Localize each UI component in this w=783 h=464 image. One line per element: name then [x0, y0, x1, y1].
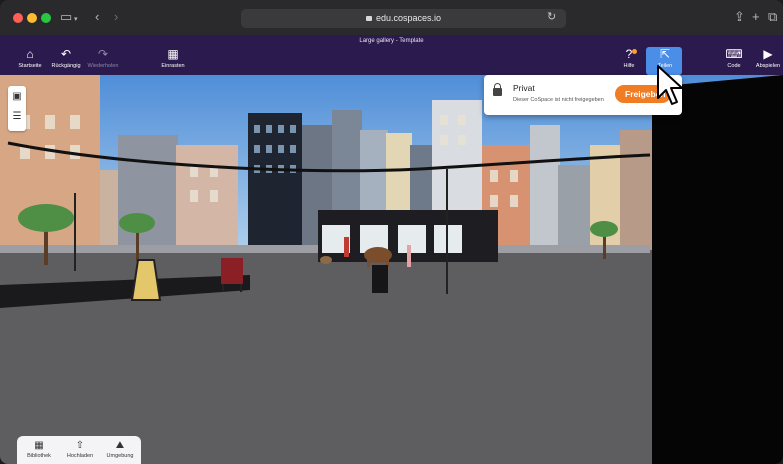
redo-button[interactable]: ↷ Wiederholen [84, 48, 122, 70]
close-window-button[interactable] [13, 13, 23, 23]
new-tab-icon[interactable]: + [752, 9, 760, 25]
undo-button[interactable]: ↶ Rückgängig [48, 48, 84, 70]
help-icon: ? [625, 47, 633, 61]
environment-icon: ⛰ [115, 440, 125, 451]
library-button[interactable]: ▦ Bibliothek [21, 440, 57, 460]
share-icon[interactable]: ⇪ [734, 9, 745, 25]
snap-label: Einrasten [161, 63, 185, 69]
play-button[interactable]: ▶ Abspielen [753, 48, 783, 70]
bottom-tray: ▦ Bibliothek ⇧ Hochladen ⛰ Umgebung [17, 436, 141, 464]
foreground-wall [652, 75, 783, 464]
scene-viewport[interactable] [0, 75, 783, 464]
library-label: Bibliothek [27, 453, 51, 459]
sidebar-toggle-icon[interactable]: ▭ [60, 9, 72, 25]
undo-label: Rückgängig [51, 63, 81, 69]
environment-label: Umgebung [106, 453, 134, 459]
help-button[interactable]: ? Hilfe [617, 48, 641, 70]
list-icon[interactable]: ☰ [11, 111, 23, 123]
upload-icon: ⇧ [75, 440, 85, 451]
code-button[interactable]: ⌨ Code [722, 48, 746, 70]
environment-button[interactable]: ⛰ Umgebung [101, 440, 139, 460]
scene-canvas [0, 75, 783, 464]
redo-icon: ↷ [97, 47, 109, 61]
chevron-down-icon[interactable]: ▾ [74, 12, 78, 28]
redo-label: Wiederholen [87, 63, 119, 69]
side-toolbar: ▣ ☰ [8, 86, 26, 131]
document-title: Large gallery - Template [359, 38, 424, 44]
code-label: Code [727, 63, 741, 69]
home-button[interactable]: ⌂ Startseite [15, 48, 45, 70]
library-icon: ▦ [34, 440, 44, 451]
help-label: Hilfe [623, 63, 635, 69]
upload-label: Hochladen [66, 453, 94, 459]
home-icon: ⌂ [26, 47, 34, 61]
url-text: edu.cospaces.io [375, 13, 442, 23]
minimize-window-button[interactable] [27, 13, 37, 23]
home-label: Startseite [18, 63, 42, 69]
address-bar[interactable]: edu.cospaces.io [241, 9, 566, 28]
code-icon: ⌨ [725, 47, 743, 61]
forward-icon[interactable]: › [114, 9, 118, 25]
play-icon: ▶ [763, 47, 773, 61]
grid-icon: ▦ [167, 47, 179, 61]
share-icon: ⇱ [659, 47, 671, 61]
gallery-icon[interactable]: ▣ [11, 91, 23, 103]
back-icon[interactable]: ‹ [95, 9, 99, 25]
zoom-window-button[interactable] [41, 13, 51, 23]
lock-icon [493, 83, 502, 96]
undo-icon: ↶ [60, 47, 72, 61]
lock-icon [365, 16, 372, 21]
privacy-popup: Privat Dieser CoSpace ist nicht freigege… [484, 75, 682, 115]
mouse-pointer-icon [657, 65, 683, 105]
popup-subtitle: Dieser CoSpace ist nicht freigegeben [513, 97, 604, 103]
notification-badge [632, 49, 637, 54]
reload-icon[interactable]: ↻ [547, 10, 556, 23]
browser-toolbar: ▭ ▾ ‹ › edu.cospaces.io ↻ ⇪ + ⧉ [0, 0, 783, 36]
upload-button[interactable]: ⇧ Hochladen [60, 440, 100, 460]
popup-title: Privat [513, 83, 535, 93]
snap-button[interactable]: ▦ Einrasten [156, 48, 190, 70]
tab-overview-icon[interactable]: ⧉ [768, 9, 777, 25]
browser-window: ▭ ▾ ‹ › edu.cospaces.io ↻ ⇪ + ⧉ Large ga… [0, 0, 783, 464]
play-label: Abspielen [755, 63, 781, 69]
